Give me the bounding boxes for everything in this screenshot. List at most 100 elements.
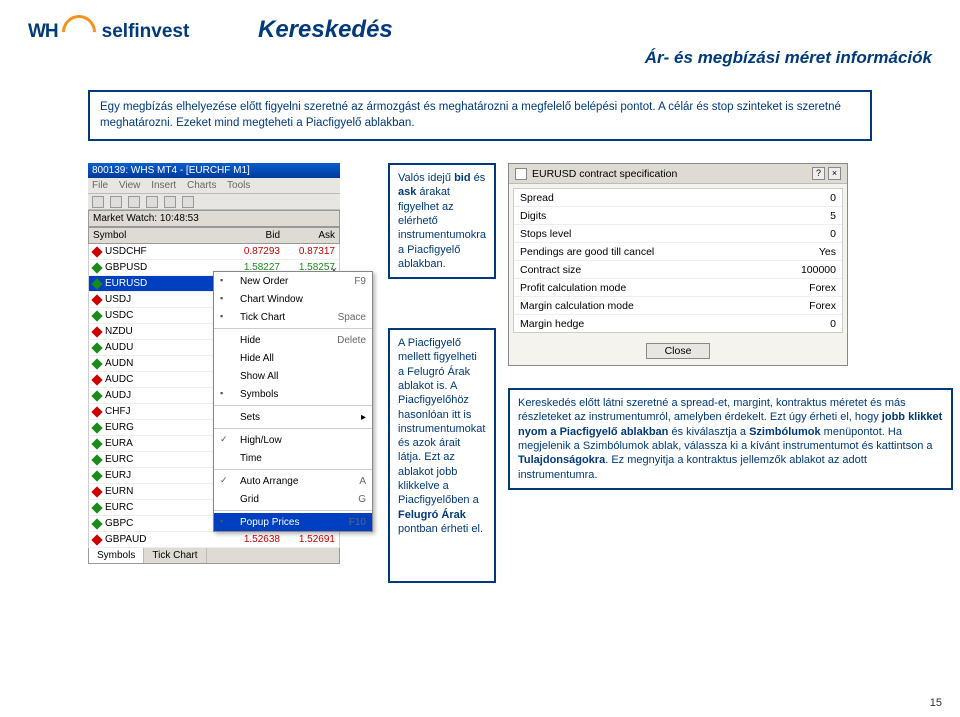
ctx-label: High/Low (240, 435, 366, 446)
spec-footer: Close (509, 337, 847, 365)
ctx-item-grid[interactable]: GridG (214, 490, 372, 508)
ctx-item-hide-all[interactable]: Hide All (214, 349, 372, 367)
ctx-label: Symbols (240, 389, 366, 400)
toolbar-icon[interactable] (128, 196, 140, 208)
spec-body: Spread0Digits5Stops level0Pendings are g… (513, 188, 843, 333)
close-button[interactable]: Close (646, 343, 711, 359)
price-direction-icon (91, 374, 102, 385)
symbol-cell: USDJ (105, 294, 225, 305)
ctx-item-high-low[interactable]: ✓High/Low (214, 431, 372, 449)
app-menubar[interactable]: File View Insert Charts Tools (88, 178, 340, 194)
ctx-item-show-all[interactable]: Show All (214, 367, 372, 385)
market-watch-tabs: Symbols Tick Chart (88, 548, 340, 564)
price-direction-icon (91, 534, 102, 545)
symbol-cell: EURA (105, 438, 225, 449)
spec-row: Contract size100000 (514, 261, 842, 279)
symbol-cell: EURC (105, 502, 225, 513)
help-icon[interactable]: ? (812, 167, 825, 180)
tab-tick-chart[interactable]: Tick Chart (144, 548, 206, 563)
symbol-cell: EURG (105, 422, 225, 433)
spec-value: Forex (809, 282, 836, 294)
spec-row: Pendings are good till cancelYes (514, 243, 842, 261)
spec-value: 0 (830, 318, 836, 330)
ctx-shortcut: F10 (349, 517, 366, 528)
ctx-icon: ▪ (220, 388, 234, 400)
ctx-item-hide[interactable]: HideDelete (214, 331, 372, 349)
ctx-icon: ▪ (220, 516, 234, 528)
page-title: Kereskedés (258, 16, 393, 44)
menu-file[interactable]: File (92, 180, 108, 191)
price-direction-icon (91, 278, 102, 289)
spec-key: Stops level (520, 228, 830, 240)
ctx-item-symbols[interactable]: ▪ Symbols (214, 385, 372, 403)
intro-callout: Egy megbízás elhelyezése előtt figyelni … (88, 90, 872, 141)
menu-insert[interactable]: Insert (151, 180, 176, 191)
toolbar-icon[interactable] (182, 196, 194, 208)
price-direction-icon (91, 358, 102, 369)
spec-row: Spread0 (514, 189, 842, 207)
ctx-item-tick-chart[interactable]: ▪Tick ChartSpace (214, 308, 372, 326)
market-watch-row[interactable]: USDCHF0.872930.87317 (88, 244, 340, 260)
toolbar-icon[interactable] (92, 196, 104, 208)
ctx-label: Auto Arrange (240, 476, 359, 487)
price-direction-icon (91, 342, 102, 353)
price-direction-icon (91, 246, 102, 257)
ctx-icon (220, 493, 234, 505)
ask-cell: 0.87317 (280, 246, 335, 257)
symbol-cell: CHFJ (105, 406, 225, 417)
toolbar-icon[interactable] (164, 196, 176, 208)
app-titlebar: 800139: WHS MT4 - [EURCHF M1] (88, 163, 340, 178)
price-direction-icon (91, 422, 102, 433)
market-watch-title: Market Watch: 10:48:53 (88, 210, 340, 227)
logo-arc-icon (55, 8, 103, 56)
ctx-item-auto-arrange[interactable]: ✓Auto ArrangeA (214, 472, 372, 490)
ctx-item-time[interactable]: Time (214, 449, 372, 467)
spec-row: Margin hedge0 (514, 315, 842, 332)
ctx-icon: ▪ (220, 275, 234, 287)
menu-charts[interactable]: Charts (187, 180, 216, 191)
market-watch-row[interactable]: GBPAUD1.526381.52691 (88, 532, 340, 548)
toolbar-icon[interactable] (110, 196, 122, 208)
ctx-item-chart-window[interactable]: ▪Chart Window (214, 290, 372, 308)
ctx-label: Show All (240, 371, 366, 382)
ctx-label: Tick Chart (240, 312, 338, 323)
symbol-cell: GBPUSD (105, 262, 225, 273)
spec-key: Pendings are good till cancel (520, 246, 819, 258)
app-toolbar[interactable] (88, 194, 340, 210)
ctx-item-popup-prices[interactable]: ▪Popup PricesF10 (214, 513, 372, 531)
symbol-cell: EURJ (105, 470, 225, 481)
close-icon[interactable]: × (828, 167, 841, 180)
header: WH selfinvest Kereskedés Ár- és megbízás… (28, 10, 932, 60)
ask-cell: 1.52691 (280, 534, 335, 545)
ctx-shortcut: F9 (354, 276, 366, 287)
ctx-icon: ✓ (220, 475, 234, 487)
spec-key: Contract size (520, 264, 801, 276)
ctx-item-sets[interactable]: Sets▸ (214, 408, 372, 426)
symbol-cell: USDC (105, 310, 225, 321)
price-direction-icon (91, 390, 102, 401)
menu-view[interactable]: View (119, 180, 141, 191)
ctx-icon (220, 411, 234, 423)
submenu-arrow-icon: ▸ (361, 412, 366, 423)
price-direction-icon (91, 454, 102, 465)
symbol-cell: AUDJ (105, 390, 225, 401)
menu-tools[interactable]: Tools (227, 180, 250, 191)
ctx-label: Grid (240, 494, 358, 505)
bid-cell: 0.87293 (225, 246, 280, 257)
ctx-shortcut: G (358, 494, 366, 505)
bid-cell: 1.52638 (225, 534, 280, 545)
tab-symbols[interactable]: Symbols (89, 548, 144, 563)
ctx-icon (220, 370, 234, 382)
price-direction-icon (91, 262, 102, 273)
price-direction-icon (91, 486, 102, 497)
toolbar-icon[interactable] (146, 196, 158, 208)
context-menu[interactable]: ▪New OrderF9▪Chart Window▪Tick ChartSpac… (213, 271, 373, 532)
symbol-cell: AUDN (105, 358, 225, 369)
page-number: 15 (930, 697, 942, 709)
spec-row: Profit calculation modeForex (514, 279, 842, 297)
ctx-icon (220, 452, 234, 464)
ctx-item-new-order[interactable]: ▪New OrderF9 (214, 272, 372, 290)
ctx-label: Hide (240, 335, 337, 346)
symbol-cell: EURUSD (105, 278, 225, 289)
price-direction-icon (91, 294, 102, 305)
